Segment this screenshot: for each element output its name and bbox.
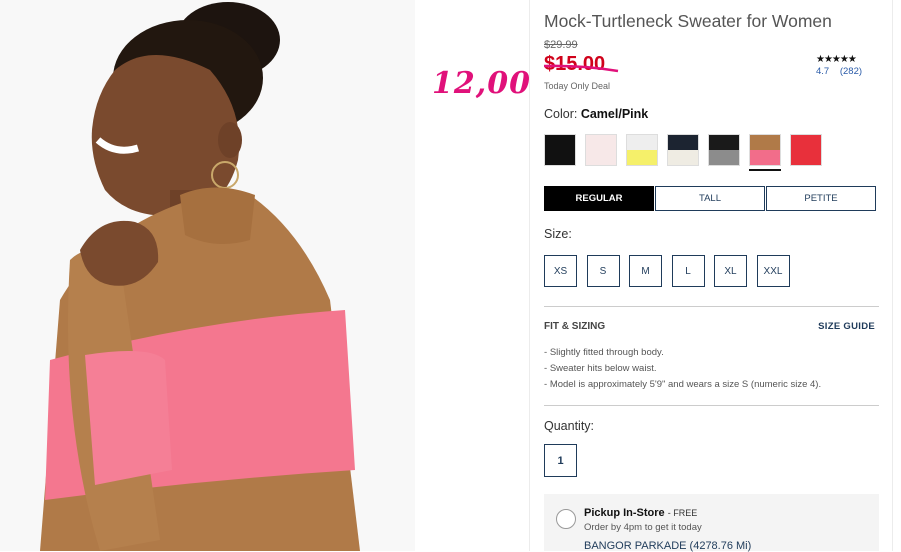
selected-color-name: Camel/Pink xyxy=(580,107,649,121)
quantity-label: Quantity: xyxy=(544,419,595,433)
fit-tabs: REGULAR TALL PETITE xyxy=(544,186,877,211)
size-m-button[interactable]: M xyxy=(629,255,662,287)
swatch-black-grey[interactable] xyxy=(708,134,740,166)
size-l-button[interactable]: L xyxy=(671,255,705,287)
pickup-price: - FREE xyxy=(667,508,698,518)
store-link[interactable]: BANGOR PARKADE (4278.76 Mi) xyxy=(584,540,751,552)
handwritten-strikethrough xyxy=(543,64,619,73)
handwritten-price-annotation: 12,00 xyxy=(432,66,531,101)
pickup-subtitle: Order by 4pm to get it today xyxy=(584,522,702,533)
swatch-light-pink[interactable] xyxy=(585,134,617,166)
swatch-red[interactable] xyxy=(790,134,822,166)
fit-sizing-heading[interactable]: FIT & SIZING xyxy=(544,321,605,332)
size-xs-button[interactable]: XS xyxy=(544,255,577,287)
rating[interactable]: ★★★★★ 4.7 (282) xyxy=(816,54,870,77)
color-label: Color: Camel/Pink xyxy=(544,107,649,121)
size-guide-link[interactable]: SIZE GUIDE xyxy=(818,321,875,332)
original-price: $29.99 xyxy=(544,39,578,51)
color-swatches xyxy=(544,134,831,171)
review-count-link[interactable]: (282) xyxy=(840,66,862,77)
tab-regular[interactable]: REGULAR xyxy=(544,186,654,211)
deal-label: Today Only Deal xyxy=(544,81,611,91)
rating-score: 4.7 xyxy=(816,66,830,77)
swatch-camel-pink[interactable] xyxy=(749,134,781,171)
size-xl-button[interactable]: XL xyxy=(714,255,747,287)
pickup-option[interactable]: Pickup In-Store - FREE Order by 4pm to g… xyxy=(544,494,879,552)
stars-icon: ★★★★★ xyxy=(816,54,857,65)
size-s-button[interactable]: S xyxy=(586,255,620,287)
list-item: - Sweater hits below waist. xyxy=(544,363,657,374)
product-title: Mock-Turtleneck Sweater for Women xyxy=(544,11,832,31)
tab-petite[interactable]: PETITE xyxy=(766,186,876,211)
tab-tall[interactable]: TALL xyxy=(655,186,765,211)
divider xyxy=(544,405,879,406)
swatch-black[interactable] xyxy=(544,134,576,166)
swatch-yellow-grey[interactable] xyxy=(626,134,658,166)
pickup-title: Pickup In-Store xyxy=(584,507,665,519)
product-details-panel: Mock-Turtleneck Sweater for Women $29.99… xyxy=(529,0,893,552)
fit-sizing-list: - Slightly fitted through body. - Sweate… xyxy=(544,345,821,393)
pickup-radio[interactable] xyxy=(556,509,576,529)
product-image[interactable] xyxy=(0,0,415,551)
size-options: XS S M L XL XXL xyxy=(544,255,799,287)
size-xxl-button[interactable]: XXL xyxy=(756,255,790,287)
list-item: - Slightly fitted through body. xyxy=(544,347,664,358)
size-label: Size: xyxy=(544,227,572,241)
list-item: - Model is approximately 5'9" and wears … xyxy=(544,379,822,390)
swatch-navy-cream[interactable] xyxy=(667,134,699,166)
divider xyxy=(544,306,879,307)
quantity-select[interactable]: 1 xyxy=(544,444,577,477)
